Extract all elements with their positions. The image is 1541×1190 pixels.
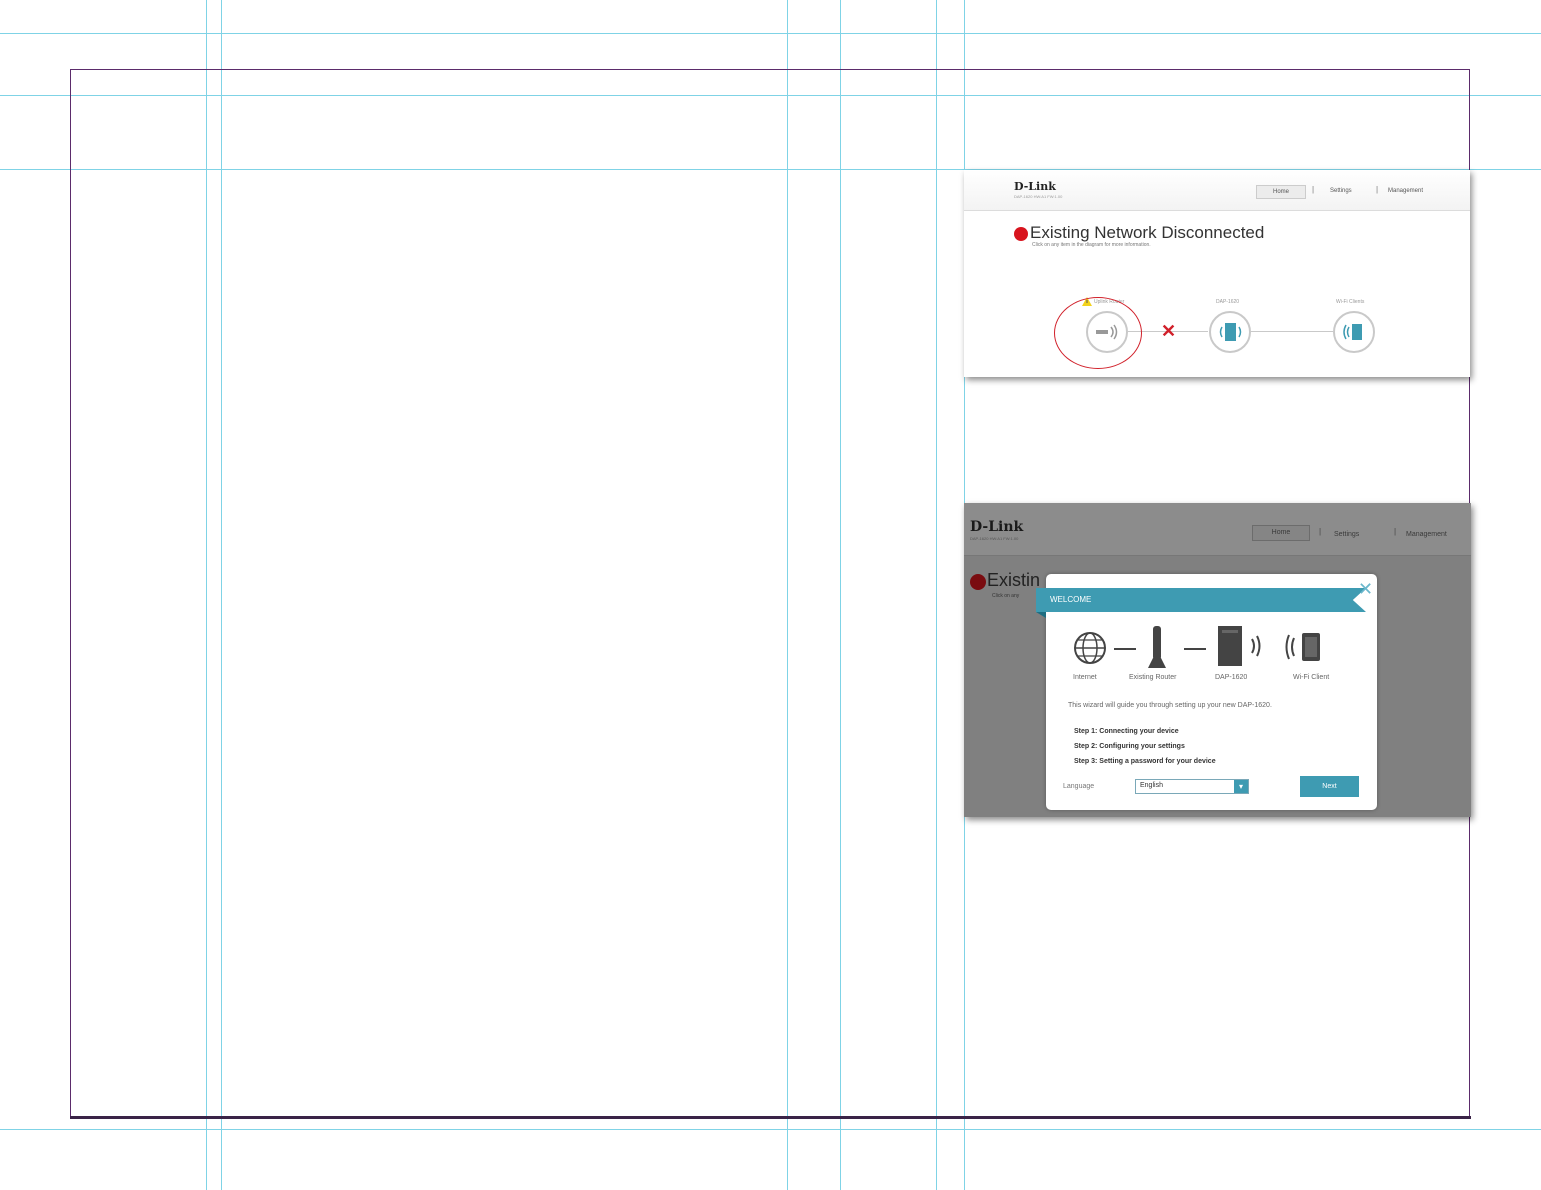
extender-icon: [1219, 323, 1242, 341]
globe-icon: [1074, 632, 1106, 664]
router-tower-icon: [1148, 626, 1166, 668]
nav-settings[interactable]: Settings: [1330, 188, 1352, 194]
status-red-dot: [970, 574, 986, 590]
nav-management[interactable]: Management: [1388, 188, 1423, 194]
close-icon[interactable]: ✕: [1358, 580, 1373, 598]
page-bottom-rule: [70, 1116, 1471, 1119]
wizard-intro: This wizard will guide you through setti…: [1068, 702, 1272, 709]
ribbon-fold: [1036, 612, 1046, 618]
device-info: DAP-1620 HW:A1 FW:1.00: [970, 536, 1019, 541]
nav-separator: |: [1394, 527, 1397, 536]
device-label-internet: Internet: [1073, 674, 1097, 681]
dlink-logo: D-Link: [1014, 180, 1056, 193]
page-subtitle: Click on any: [992, 593, 1020, 599]
nav-separator: |: [1312, 185, 1315, 194]
guide-line: [0, 1129, 1541, 1130]
tablet-icon: [1285, 633, 1320, 661]
language-value: English: [1140, 782, 1163, 789]
node-label-clients: Wi-Fi Clients: [1336, 299, 1365, 305]
header-bar: D-Link DAP-1620 HW:A1 FW:1.00 Home | Set…: [964, 170, 1470, 211]
disconnected-x-icon: ✕: [1161, 321, 1177, 341]
device-label-router: Existing Router: [1129, 674, 1177, 681]
nav-separator: |: [1319, 527, 1322, 536]
ribbon-title: WELCOME: [1050, 595, 1092, 604]
device-label-extender: DAP-1620: [1215, 674, 1248, 681]
language-select[interactable]: English ▾: [1135, 779, 1249, 794]
highlight-circle: [1054, 297, 1142, 369]
node-label-extender: DAP-1620: [1216, 299, 1240, 305]
nav-separator: |: [1376, 185, 1379, 194]
nav-home[interactable]: Home: [1256, 185, 1306, 199]
language-label: Language: [1063, 783, 1095, 790]
connector-dash: [1184, 648, 1206, 650]
step-2: Step 2: Configuring your settings: [1074, 743, 1185, 750]
nav-settings[interactable]: Settings: [1334, 531, 1359, 538]
device-info: DAP-1620 HW:A1 FW:1.00: [1014, 194, 1063, 199]
welcome-ribbon: WELCOME: [1036, 588, 1366, 612]
device-label-client: Wi-Fi Client: [1293, 674, 1330, 681]
dlink-logo: D-Link: [970, 519, 1024, 535]
status-red-dot: [1014, 227, 1028, 241]
screenshot-network-disconnected: D-Link DAP-1620 HW:A1 FW:1.00 Home | Set…: [964, 170, 1470, 377]
screenshot-welcome-wizard: D-Link DAP-1620 HW:A1 FW:1.00 Home | Set…: [964, 503, 1471, 817]
step-3: Step 3: Setting a password for your devi…: [1074, 758, 1216, 765]
page-subtitle: Click on any item in the diagram for mor…: [1032, 242, 1151, 248]
chevron-down-icon[interactable]: ▾: [1234, 780, 1248, 793]
page-title: Existin: [987, 570, 1041, 590]
page-title: Existing Network Disconnected: [1030, 223, 1265, 242]
extender-icon: [1218, 626, 1261, 666]
nav-home[interactable]: Home: [1252, 525, 1310, 541]
welcome-modal: WELCOME ✕ Internet Existing Router DAP-1…: [1036, 574, 1377, 810]
tablet-icon: [1343, 324, 1362, 340]
wifi-clients-node[interactable]: [1333, 311, 1375, 353]
nav-management[interactable]: Management: [1406, 531, 1447, 538]
header-bar-dimmed: D-Link DAP-1620 HW:A1 FW:1.00 Home | Set…: [964, 503, 1471, 556]
step-1: Step 1: Connecting your device: [1074, 728, 1179, 735]
guide-line: [0, 33, 1541, 34]
connector-dash: [1114, 648, 1136, 650]
link-line: [1251, 331, 1333, 332]
extender-node[interactable]: [1209, 311, 1251, 353]
next-button[interactable]: Next: [1300, 776, 1359, 797]
